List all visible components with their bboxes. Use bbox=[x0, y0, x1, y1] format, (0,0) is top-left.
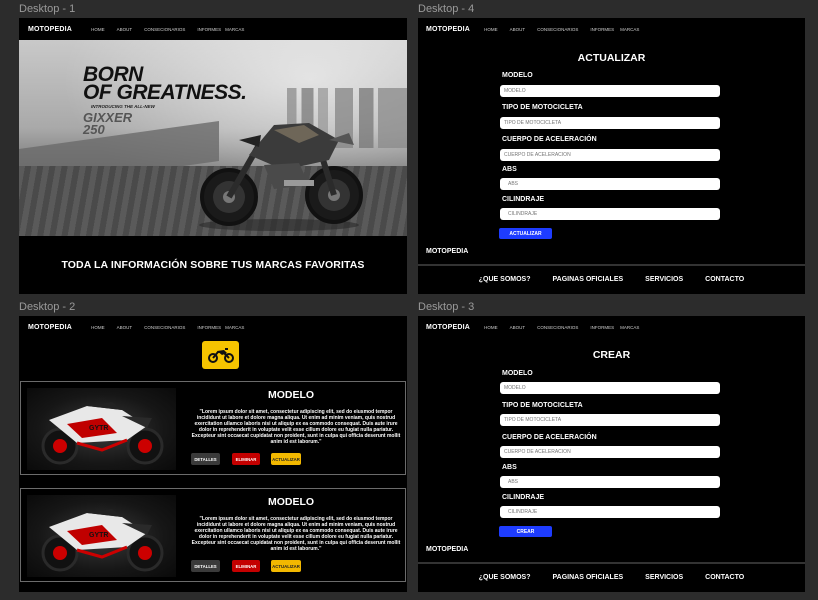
nav-link-marcas[interactable]: MARCAS bbox=[620, 325, 639, 330]
hero-model-logo: GIXXER 250 bbox=[83, 110, 133, 137]
desktop-1-frame: MOTOPEDIA HOME ABOUT CONSECIONARIOS INFO… bbox=[19, 18, 407, 294]
svg-text:GYTR: GYTR bbox=[89, 532, 108, 539]
top-nav: MOTOPEDIA HOME ABOUT CONSECIONARIOS INFO… bbox=[19, 18, 407, 40]
nav-link-informes[interactable]: INFORMES bbox=[590, 27, 614, 32]
details-button[interactable]: DETALLES bbox=[191, 453, 220, 465]
nav-link-about[interactable]: ABOUT bbox=[510, 325, 526, 330]
svg-text:GYTR: GYTR bbox=[89, 425, 108, 432]
tipo-motocicleta-input[interactable] bbox=[500, 414, 720, 426]
frame-label-desktop-4: Desktop - 4 bbox=[418, 3, 475, 15]
field-label-cilindraje: CILINDRAJE bbox=[502, 196, 545, 203]
tagline: TODA LA INFORMACIÓN SOBRE TUS MARCAS FAV… bbox=[61, 259, 365, 271]
cilindraje-input[interactable] bbox=[500, 208, 720, 220]
footer-link-servicios[interactable]: SERVICIOS bbox=[645, 276, 683, 283]
footer-link-paginas[interactable]: PAGINAS OFICIALES bbox=[553, 574, 624, 581]
nav-link-consecionarios[interactable]: CONSECIONARIOS bbox=[537, 325, 578, 330]
nav-link-consecionarios[interactable]: CONSECIONARIOS bbox=[144, 325, 185, 330]
cuerpo-aceleracion-input[interactable] bbox=[500, 149, 720, 161]
nav-link-about[interactable]: ABOUT bbox=[117, 27, 133, 32]
update-submit-button[interactable]: ACTUALIZAR bbox=[499, 228, 552, 239]
nav-link-home[interactable]: HOME bbox=[484, 325, 498, 330]
nav-link-consecionarios[interactable]: CONSECIONARIOS bbox=[537, 27, 578, 32]
frame-label-desktop-3: Desktop - 3 bbox=[418, 301, 475, 313]
model-card: GYTR MODELO "Lorem ipsum dolor sit amet,… bbox=[20, 381, 406, 475]
field-label-tipo: TIPO DE MOTOCICLETA bbox=[502, 402, 583, 409]
details-button[interactable]: DETALLES bbox=[191, 560, 220, 572]
hero-banner: BORN OF GREATNESS. INTRODUCING THE ALL-N… bbox=[19, 40, 407, 236]
desktop-3-frame: MOTOPEDIA HOME ABOUT CONSECIONARIOS INFO… bbox=[418, 316, 805, 592]
update-button[interactable]: ACTUALIZAR bbox=[271, 453, 301, 465]
update-button[interactable]: ACTUALIZAR bbox=[271, 560, 301, 572]
model-title: MODELO bbox=[267, 389, 315, 401]
nav-link-marcas[interactable]: MARCAS bbox=[225, 27, 244, 32]
cilindraje-input[interactable] bbox=[500, 506, 720, 518]
top-nav: MOTOPEDIA HOME ABOUT CONSECIONARIOS INFO… bbox=[19, 316, 407, 338]
delete-button[interactable]: ELIMINAR bbox=[232, 560, 260, 572]
modelo-input[interactable] bbox=[500, 382, 720, 394]
model-photo: GYTR bbox=[27, 495, 176, 577]
field-label-cilindraje: CILINDRAJE bbox=[502, 494, 545, 501]
field-label-cuerpo: CUERPO DE ACELERACIÓN bbox=[502, 136, 597, 143]
field-label-modelo: MODELO bbox=[502, 370, 533, 377]
nav-brand[interactable]: MOTOPEDIA bbox=[28, 26, 72, 33]
nav-link-about[interactable]: ABOUT bbox=[117, 325, 133, 330]
footer-link-servicios[interactable]: SERVICIOS bbox=[645, 574, 683, 581]
footer-link-contacto[interactable]: CONTACTO bbox=[705, 574, 744, 581]
footer-link-contacto[interactable]: CONTACTO bbox=[705, 276, 744, 283]
nav-link-marcas[interactable]: MARCAS bbox=[225, 325, 244, 330]
frame-label-desktop-1: Desktop - 1 bbox=[19, 3, 76, 15]
field-label-abs: ABS bbox=[502, 464, 517, 471]
nav-link-home[interactable]: HOME bbox=[91, 27, 105, 32]
nav-link-marcas[interactable]: MARCAS bbox=[620, 27, 639, 32]
abs-input[interactable] bbox=[500, 178, 720, 190]
footer-nav: ¿QUE SOMOS? PAGINAS OFICIALES SERVICIOS … bbox=[418, 564, 805, 590]
motorcycle-badge[interactable] bbox=[202, 341, 239, 369]
field-label-modelo: MODELO bbox=[502, 72, 533, 79]
abs-input[interactable] bbox=[500, 476, 720, 488]
field-label-cuerpo: CUERPO DE ACELERACIÓN bbox=[502, 434, 597, 441]
model-description: "Lorem ipsum dolor sit amet, consectetur… bbox=[191, 409, 401, 446]
model-photo: GYTR bbox=[27, 388, 176, 470]
frame-label-desktop-2: Desktop - 2 bbox=[19, 301, 76, 313]
model-title: MODELO bbox=[267, 496, 315, 508]
footer-link-que-somos[interactable]: ¿QUE SOMOS? bbox=[479, 574, 531, 581]
nav-link-home[interactable]: HOME bbox=[91, 325, 105, 330]
motorcycle-icon bbox=[207, 348, 234, 363]
field-label-tipo: TIPO DE MOTOCICLETA bbox=[502, 104, 583, 111]
update-form-title: ACTUALIZAR bbox=[577, 52, 646, 64]
create-submit-button[interactable]: CREAR bbox=[499, 526, 552, 537]
desktop-4-frame: MOTOPEDIA HOME ABOUT CONSECIONARIOS INFO… bbox=[418, 18, 805, 294]
modelo-input[interactable] bbox=[500, 85, 720, 97]
nav-link-about[interactable]: ABOUT bbox=[510, 27, 526, 32]
footer-link-que-somos[interactable]: ¿QUE SOMOS? bbox=[479, 276, 531, 283]
nav-brand[interactable]: MOTOPEDIA bbox=[28, 324, 72, 331]
nav-link-informes[interactable]: INFORMES bbox=[197, 27, 221, 32]
top-nav: MOTOPEDIA HOME ABOUT CONSECIONARIOS INFO… bbox=[418, 316, 805, 338]
nav-link-consecionarios[interactable]: CONSECIONARIOS bbox=[144, 27, 185, 32]
create-form-title: CREAR bbox=[592, 349, 631, 361]
footer-brand: MOTOPEDIA bbox=[426, 248, 469, 255]
footer-link-paginas[interactable]: PAGINAS OFICIALES bbox=[553, 276, 624, 283]
nav-brand[interactable]: MOTOPEDIA bbox=[426, 324, 470, 331]
model-description: "Lorem ipsum dolor sit amet, consectetur… bbox=[191, 516, 401, 553]
model-card: GYTR MODELO "Lorem ipsum dolor sit amet,… bbox=[20, 488, 406, 582]
footer-brand: MOTOPEDIA bbox=[426, 546, 469, 553]
field-label-abs: ABS bbox=[502, 166, 517, 173]
nav-link-informes[interactable]: INFORMES bbox=[590, 325, 614, 330]
top-nav: MOTOPEDIA HOME ABOUT CONSECIONARIOS INFO… bbox=[418, 18, 805, 40]
nav-link-home[interactable]: HOME bbox=[484, 27, 498, 32]
hero-intro: INTRODUCING THE ALL-NEW bbox=[91, 104, 155, 109]
tipo-motocicleta-input[interactable] bbox=[500, 117, 720, 129]
nav-brand[interactable]: MOTOPEDIA bbox=[426, 26, 470, 33]
footer-nav: ¿QUE SOMOS? PAGINAS OFICIALES SERVICIOS … bbox=[418, 266, 805, 292]
hero-motorcycle-image bbox=[199, 123, 363, 231]
delete-button[interactable]: ELIMINAR bbox=[232, 453, 260, 465]
cuerpo-aceleracion-input[interactable] bbox=[500, 446, 720, 458]
desktop-2-frame: MOTOPEDIA HOME ABOUT CONSECIONARIOS INFO… bbox=[19, 316, 407, 592]
nav-link-informes[interactable]: INFORMES bbox=[197, 325, 221, 330]
